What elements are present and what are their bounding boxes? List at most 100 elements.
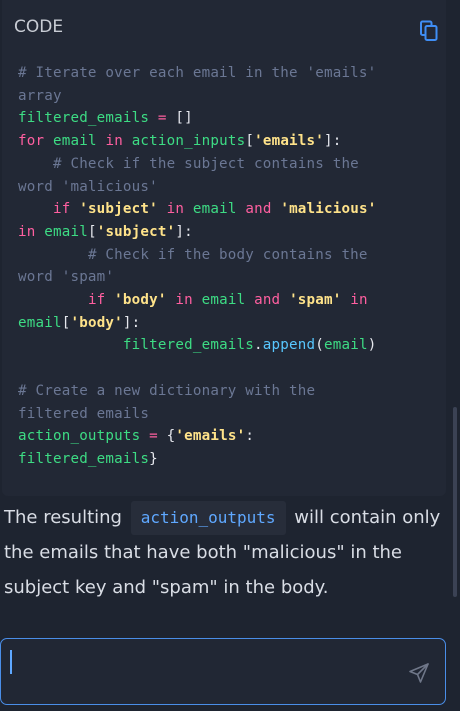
code-token: in	[18, 223, 36, 240]
code-line: word 'malicious'	[18, 176, 377, 199]
message-composer	[0, 638, 446, 705]
code-token: 'malicious'	[280, 201, 377, 218]
code-token: filtered emails	[18, 405, 150, 422]
code-token: ]:	[122, 314, 141, 331]
code-line: if 'body' in email and 'spam' in	[18, 289, 377, 312]
code-line: # Check if the body contains the	[18, 244, 377, 267]
code-token: word 'malicious'	[18, 178, 158, 195]
code-token: [	[87, 223, 97, 240]
code-token: 'subject'	[79, 201, 158, 218]
code-token: :	[245, 428, 255, 445]
code-line: filtered emails	[18, 403, 377, 426]
code-token: in	[105, 133, 123, 150]
code-line: email['body']:	[18, 312, 377, 335]
code-token: email	[18, 314, 62, 331]
code-line: # Iterate over each email in the 'emails…	[18, 62, 377, 85]
code-token: }	[149, 450, 158, 467]
code-token: .	[254, 337, 263, 354]
code-token: append	[262, 337, 316, 354]
code-line: filtered_emails = []	[18, 107, 377, 130]
code-token: email	[323, 337, 368, 354]
code-token: 'emails'	[175, 428, 246, 445]
code-line: in email['subject']:	[18, 221, 377, 244]
code-line: # Create a new dictionary with the	[18, 380, 377, 403]
code-token: email	[44, 223, 88, 240]
code-token: 'emails'	[254, 133, 325, 150]
copy-icon	[420, 20, 438, 41]
code-token: [	[245, 133, 255, 150]
code-token: 'body'	[114, 292, 167, 309]
code-token: 'subject'	[96, 223, 176, 240]
explanation-before: The resulting	[4, 507, 128, 528]
code-token: # Check if the body contains the	[87, 246, 368, 263]
code-line: # Check if the subject contains the	[18, 153, 377, 176]
code-token: in	[166, 201, 185, 218]
code-token: ]:	[324, 133, 342, 150]
message-input[interactable]	[9, 649, 393, 691]
code-line: filtered_emails}	[18, 448, 377, 471]
code-token: filtered_emails	[122, 337, 255, 354]
code-header-label: CODE	[14, 17, 64, 37]
code-token: # Iterate over each email in the 'emails…	[18, 65, 377, 81]
code-token: for	[18, 133, 45, 150]
code-token: (	[315, 337, 324, 354]
send-icon	[409, 663, 429, 683]
code-token: 'spam'	[289, 292, 342, 309]
explanation-text: The resulting action_outputs will contai…	[4, 500, 444, 605]
code-line: if 'subject' in email and 'malicious'	[18, 198, 377, 221]
code-line: filtered_emails.append(email)	[18, 334, 377, 357]
code-token: ]:	[175, 223, 193, 240]
code-token: filtered_emails	[18, 110, 150, 127]
code-token: {	[157, 428, 176, 445]
code-token: action_outputs	[18, 428, 141, 445]
code-token: action_inputs	[131, 133, 246, 150]
code-line: action_outputs = {'emails':	[18, 425, 377, 448]
code-token: )	[367, 337, 377, 354]
code-token: if	[52, 201, 71, 218]
code-token: array	[18, 87, 62, 104]
code-token: email	[201, 292, 246, 309]
code-token: in	[175, 292, 193, 309]
code-card: CODE # Iterate over each email in the 'e…	[2, 0, 446, 496]
code-token: filtered_emails	[18, 450, 150, 467]
scrollbar-thumb[interactable]	[453, 407, 457, 597]
code-token: # Create a new dictionary with the	[18, 382, 316, 399]
inline-code-action-outputs: action_outputs	[130, 501, 286, 535]
code-token: email	[192, 201, 237, 218]
code-token: []	[166, 110, 193, 127]
code-token: and	[254, 292, 281, 309]
code-token: word 'spam'	[18, 269, 115, 286]
code-line: for email in action_inputs['emails']:	[18, 130, 377, 153]
send-button[interactable]	[408, 662, 430, 684]
code-token: email	[52, 133, 97, 150]
code-token: # Check if the subject contains the	[52, 155, 359, 172]
code-line: array	[18, 85, 377, 108]
code-token: if	[87, 292, 106, 309]
code-line: word 'spam'	[18, 266, 377, 289]
code-token: =	[149, 428, 158, 445]
code-token: and	[245, 201, 272, 218]
code-token: 'body'	[70, 314, 123, 331]
copy-code-button[interactable]	[420, 20, 438, 42]
code-block: # Iterate over each email in the 'emails…	[18, 62, 377, 471]
code-token: =	[157, 110, 167, 127]
